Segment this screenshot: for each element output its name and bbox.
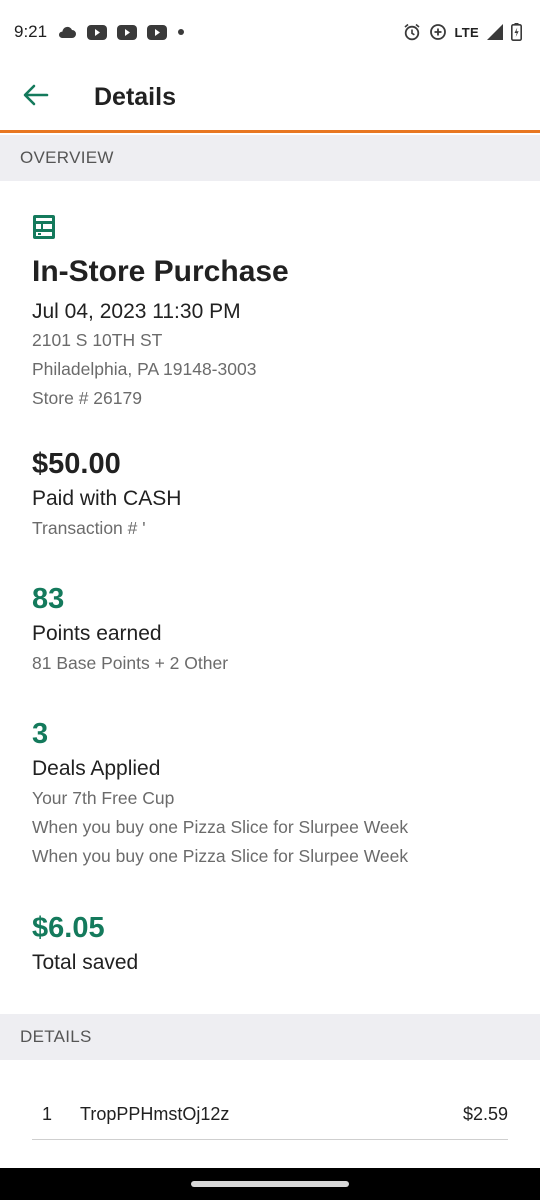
app-bar: Details bbox=[0, 64, 540, 130]
store-address-line1: 2101 S 10TH ST bbox=[32, 330, 163, 350]
purchase-info: In-Store Purchase Jul 04, 2023 11:30 PM … bbox=[32, 214, 512, 413]
total-saved-label: Total saved bbox=[32, 951, 139, 974]
points-block: 83 Points earned 81 Base Points + 2 Othe… bbox=[32, 581, 512, 678]
status-bar: 9:21 LTE bbox=[0, 0, 540, 64]
saved-block: $6.05 Total saved bbox=[32, 910, 512, 978]
item-price: $2.59 bbox=[462, 1104, 508, 1124]
purchase-amount: $50.00 bbox=[32, 448, 121, 480]
youtube-icon bbox=[117, 24, 138, 40]
cloud-icon bbox=[57, 25, 77, 39]
section-header-details: DETAILS bbox=[0, 1014, 540, 1060]
dot-icon bbox=[177, 28, 185, 36]
store-icon bbox=[32, 214, 512, 240]
purchase-type: In-Store Purchase bbox=[32, 255, 289, 288]
deal-item: Your 7th Free Cup bbox=[32, 788, 175, 808]
purchase-datetime: Jul 04, 2023 11:30 PM bbox=[32, 300, 241, 323]
battery-icon bbox=[511, 23, 522, 41]
item-name: TropPPHmstOj12z bbox=[80, 1104, 230, 1124]
data-saver-icon bbox=[429, 23, 447, 41]
payment-method: Paid with CASH bbox=[32, 487, 182, 510]
item-quantity: 1 bbox=[42, 1104, 53, 1124]
amount-block: $50.00 Paid with CASH Transaction # ' bbox=[32, 446, 512, 543]
home-gesture-handle[interactable] bbox=[191, 1181, 349, 1187]
deals-count: 3 bbox=[32, 718, 49, 750]
deals-block: 3 Deals Applied Your 7th Free Cup When y… bbox=[32, 716, 512, 871]
points-detail: 81 Base Points + 2 Other bbox=[32, 653, 229, 673]
section-header-overview: OVERVIEW bbox=[0, 135, 540, 181]
youtube-icon bbox=[147, 24, 168, 40]
transaction-number: Transaction # ' bbox=[32, 518, 146, 538]
store-address-line2: Philadelphia, PA 19148-3003 bbox=[32, 359, 257, 379]
app-bar-divider bbox=[0, 130, 540, 133]
points-earned-value: 83 bbox=[32, 583, 65, 615]
alarm-icon bbox=[403, 23, 421, 41]
back-button[interactable] bbox=[0, 64, 72, 130]
navigation-bar bbox=[0, 1168, 540, 1200]
points-earned-label: Points earned bbox=[32, 622, 162, 645]
network-type: LTE bbox=[454, 24, 479, 40]
signal-icon bbox=[487, 24, 503, 40]
deals-label: Deals Applied bbox=[32, 757, 161, 780]
arrow-left-icon bbox=[23, 84, 49, 111]
page-title: Details bbox=[94, 82, 176, 111]
store-number: Store # 26179 bbox=[32, 388, 142, 408]
deal-item: When you buy one Pizza Slice for Slurpee… bbox=[32, 846, 409, 866]
youtube-icon bbox=[87, 24, 108, 40]
line-item-row[interactable]: 1 TropPPHmstOj12z $2.59 bbox=[32, 1090, 508, 1140]
total-saved-value: $6.05 bbox=[32, 912, 105, 944]
status-time: 9:21 bbox=[14, 22, 48, 41]
deal-item: When you buy one Pizza Slice for Slurpee… bbox=[32, 817, 409, 837]
